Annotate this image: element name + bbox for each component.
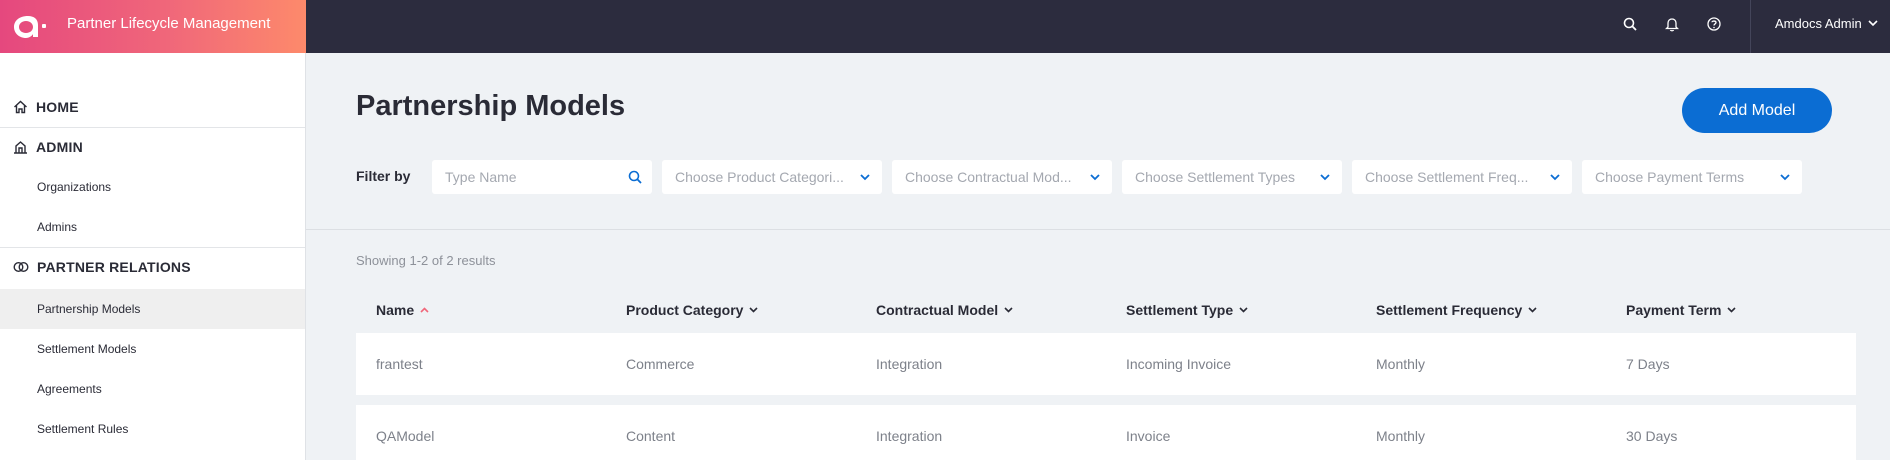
sidebar-item-agreements[interactable]: Agreements (0, 369, 305, 409)
cell-contractual-model: Integration (876, 356, 943, 372)
sidebar-admin-label: ADMIN (36, 139, 83, 155)
sidebar-item-partnership-models[interactable]: Partnership Models (0, 289, 305, 329)
results-count: Showing 1-2 of 2 results (356, 253, 496, 268)
app-title: Partner Lifecycle Management (67, 15, 271, 32)
column-header-label: Contractual Model (876, 302, 999, 318)
cell-settlement-frequency: Monthly (1376, 356, 1426, 372)
user-menu[interactable]: Amdocs Admin (1775, 16, 1878, 31)
cell-settlement-type: Incoming Invoice (1126, 356, 1232, 372)
chevron-down-icon (1318, 170, 1332, 184)
cell-payment-term: 7 Days (1626, 356, 1670, 372)
bell-icon[interactable] (1662, 14, 1682, 34)
sidebar-partner-relations-label: PARTNER RELATIONS (37, 259, 191, 275)
chevron-down-icon (749, 307, 759, 313)
contractual-model-placeholder: Choose Contractual Mod... (905, 169, 1072, 185)
name-search-input[interactable]: Type Name (432, 160, 652, 194)
header-divider (1750, 0, 1751, 53)
cell-product-category: Content (626, 428, 676, 444)
sidebar-item-settlement-models[interactable]: Settlement Models (0, 329, 305, 369)
chevron-down-icon (1727, 307, 1737, 313)
sidebar-item-label: Admins (37, 220, 78, 234)
filter-label: Filter by (356, 168, 411, 184)
sidebar: HOME ADMIN Organizations Admins PARTNER … (0, 53, 306, 460)
filter-divider (306, 229, 1890, 230)
table-row[interactable]: frantest Commerce Integration Incoming I… (356, 333, 1856, 395)
sidebar-item-label: Partnership Models (37, 302, 141, 316)
payment-terms-placeholder: Choose Payment Terms (1595, 169, 1745, 185)
column-header-label: Settlement Type (1126, 302, 1234, 318)
column-header-contractual-model[interactable]: Contractual Model (876, 302, 1013, 318)
column-header-settlement-type[interactable]: Settlement Type (1126, 302, 1248, 318)
table-row[interactable]: QAModel Content Integration Invoice Mont… (356, 405, 1856, 460)
sidebar-item-organizations[interactable]: Organizations (0, 167, 305, 207)
sidebar-item-label: Agreements (37, 382, 102, 396)
amdocs-logo-icon (14, 16, 46, 38)
settlement-frequency-select[interactable]: Choose Settlement Freq... (1352, 160, 1572, 194)
sidebar-item-partner-relations[interactable]: PARTNER RELATIONS (0, 247, 305, 287)
help-icon[interactable] (1704, 14, 1724, 34)
sidebar-home-label: HOME (36, 99, 79, 115)
product-category-select[interactable]: Choose Product Categori... (662, 160, 882, 194)
chevron-down-icon (858, 170, 872, 184)
link-circles-icon (13, 261, 29, 273)
name-search-placeholder: Type Name (445, 169, 517, 185)
column-header-name[interactable]: Name (376, 302, 429, 318)
cell-product-category: Commerce (626, 356, 695, 372)
search-icon[interactable] (628, 170, 642, 184)
cell-name[interactable]: frantest (376, 356, 423, 372)
cell-contractual-model: Integration (876, 428, 943, 444)
sort-ascending-icon (420, 307, 429, 313)
chevron-down-icon (1004, 307, 1013, 313)
product-category-placeholder: Choose Product Categori... (675, 169, 844, 185)
cell-settlement-type: Invoice (1126, 428, 1171, 444)
chevron-down-icon (1548, 170, 1562, 184)
column-header-settlement-frequency[interactable]: Settlement Frequency (1376, 302, 1537, 318)
column-header-product-category[interactable]: Product Category (626, 302, 759, 318)
chevron-down-icon (1778, 170, 1792, 184)
chevron-down-icon (1088, 170, 1102, 184)
column-header-label: Name (376, 302, 415, 318)
chevron-down-icon (1528, 307, 1537, 313)
sidebar-item-admin[interactable]: ADMIN (0, 127, 305, 167)
settlement-types-placeholder: Choose Settlement Types (1135, 169, 1296, 185)
chevron-down-icon (1868, 20, 1878, 27)
sidebar-item-settlement-rules[interactable]: Settlement Rules (0, 409, 305, 449)
cell-settlement-frequency: Monthly (1376, 428, 1426, 444)
sidebar-item-home[interactable]: HOME (0, 87, 305, 127)
building-icon (14, 141, 27, 154)
contractual-model-select[interactable]: Choose Contractual Mod... (892, 160, 1112, 194)
top-bar: Partner Lifecycle Management Amdocs Admi… (0, 0, 1890, 53)
home-icon (14, 100, 27, 114)
sidebar-item-label: Settlement Models (37, 342, 137, 356)
cell-name[interactable]: QAModel (376, 428, 434, 444)
payment-terms-select[interactable]: Choose Payment Terms (1582, 160, 1802, 194)
page-title: Partnership Models (356, 90, 626, 122)
search-icon[interactable] (1620, 14, 1640, 34)
column-header-label: Settlement Frequency (1376, 302, 1523, 318)
add-model-button[interactable]: Add Model (1682, 88, 1832, 133)
chevron-down-icon (1239, 307, 1248, 313)
sidebar-item-label: Organizations (37, 180, 112, 194)
brand-header: Partner Lifecycle Management (0, 0, 306, 53)
column-header-payment-term[interactable]: Payment Term (1626, 302, 1737, 318)
sidebar-item-admins[interactable]: Admins (0, 207, 305, 247)
column-header-label: Payment Term (1626, 302, 1722, 318)
column-header-label: Product Category (626, 302, 744, 318)
user-name: Amdocs Admin (1775, 16, 1862, 31)
settlement-types-select[interactable]: Choose Settlement Types (1122, 160, 1342, 194)
settlement-frequency-placeholder: Choose Settlement Freq... (1365, 169, 1529, 185)
sidebar-item-label: Settlement Rules (37, 422, 129, 436)
cell-payment-term: 30 Days (1626, 428, 1678, 444)
